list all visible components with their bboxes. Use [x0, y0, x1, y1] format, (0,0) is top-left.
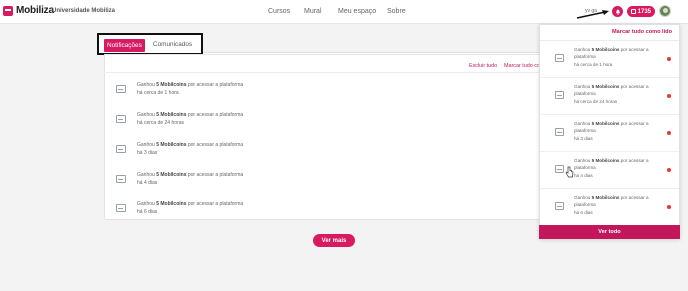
org-name: Universidade Mobiliza [52, 8, 116, 14]
notification-icon [555, 54, 564, 62]
points-value: 1735 [637, 8, 651, 15]
annotation-arrow-icon [576, 10, 609, 19]
dropdown-item[interactable]: Ganhou 5 Mobilcoins por acessar a plataf… [540, 115, 679, 152]
gift-icon [631, 9, 636, 14]
list-item[interactable]: Ganhou 5 Mobilcoins por acessar a plataf… [116, 201, 516, 221]
bell-icon [615, 9, 620, 15]
notification-time: há cerca de 24 horas [574, 98, 618, 104]
list-item[interactable]: Ganhou 5 Mobilcoins por acessar a plataf… [116, 82, 516, 102]
actions-divider [104, 72, 544, 73]
notification-icon [555, 165, 564, 173]
list-item[interactable]: Ganhou 5 Mobilcoins por acessar a plataf… [116, 112, 516, 132]
hand-cursor-icon [565, 166, 574, 178]
notification-time: há cerca de 1 hora [574, 61, 613, 67]
notifications-card [104, 52, 544, 220]
nav-item-mural[interactable]: Mural [304, 8, 322, 15]
notification-time: há 3 dias [137, 149, 158, 156]
unread-dot-icon [667, 94, 671, 98]
dropdown-item[interactable]: Ganhou 5 Mobilcoins por acessar a plataf… [540, 152, 679, 189]
notification-icon [555, 128, 564, 136]
tab-comunicados[interactable]: Comunicados [153, 41, 192, 48]
dropdown-item[interactable]: Ganhou 5 Mobilcoins por acessar a plataf… [540, 41, 679, 78]
nav-item-meu-espaco[interactable]: Meu espaço [338, 8, 376, 15]
nav-item-cursos[interactable]: Cursos [268, 8, 290, 15]
notification-time: há 6 dias [137, 208, 158, 215]
unread-dot-icon [667, 131, 671, 135]
notification-icon [116, 204, 126, 212]
notification-time: há 4 dias [574, 172, 593, 178]
unread-dot-icon [667, 57, 671, 61]
notification-icon [116, 85, 126, 93]
dropdown-item[interactable]: Ganhou 5 Mobilcoins por acessar a plataf… [540, 189, 679, 226]
notification-icon [116, 115, 126, 123]
brand-logo[interactable]: Mobiliza [3, 5, 54, 16]
notifications-button[interactable] [612, 6, 623, 17]
notification-time: há 3 dias [574, 135, 593, 141]
delete-all-link[interactable]: Excluir tudo [469, 63, 497, 69]
mark-all-read-link[interactable]: Marcar tudo como lido [612, 29, 672, 35]
unread-dot-icon [667, 205, 671, 209]
see-all-button[interactable]: Ver todo [539, 225, 680, 239]
points-badge[interactable]: 1735 [627, 6, 655, 17]
notifications-dropdown: Marcar tudo como lido Ganhou 5 Mobilcoin… [539, 24, 680, 239]
notification-time: há 4 dias [137, 179, 158, 186]
see-more-button[interactable]: Ver mais [313, 234, 355, 247]
brand-name: Mobiliza [16, 5, 54, 16]
tabs-divider [104, 54, 544, 55]
list-item[interactable]: Ganhou 5 Mobilcoins por acessar a plataf… [116, 172, 516, 192]
notification-time: há 6 dias [574, 209, 593, 215]
notification-time: há cerca de 24 horas [137, 119, 184, 126]
mark-all-read-link[interactable]: Marcar tudo co [504, 63, 540, 69]
notification-icon [555, 202, 564, 210]
avatar[interactable] [659, 5, 671, 17]
list-item[interactable]: Ganhou 5 Mobilcoins por acessar a plataf… [116, 142, 516, 162]
dropdown-item[interactable]: Ganhou 5 Mobilcoins por acessar a plataf… [540, 78, 679, 115]
nav-item-sobre[interactable]: Sobre [387, 8, 406, 15]
notification-icon [116, 175, 126, 183]
tab-notificacoes[interactable]: Notificações [104, 39, 145, 52]
notification-icon [555, 91, 564, 99]
unread-dot-icon [667, 168, 671, 172]
notification-time: há cerca de 1 hora [137, 89, 179, 96]
notification-icon [116, 145, 126, 153]
logo-mark-icon [3, 5, 13, 16]
